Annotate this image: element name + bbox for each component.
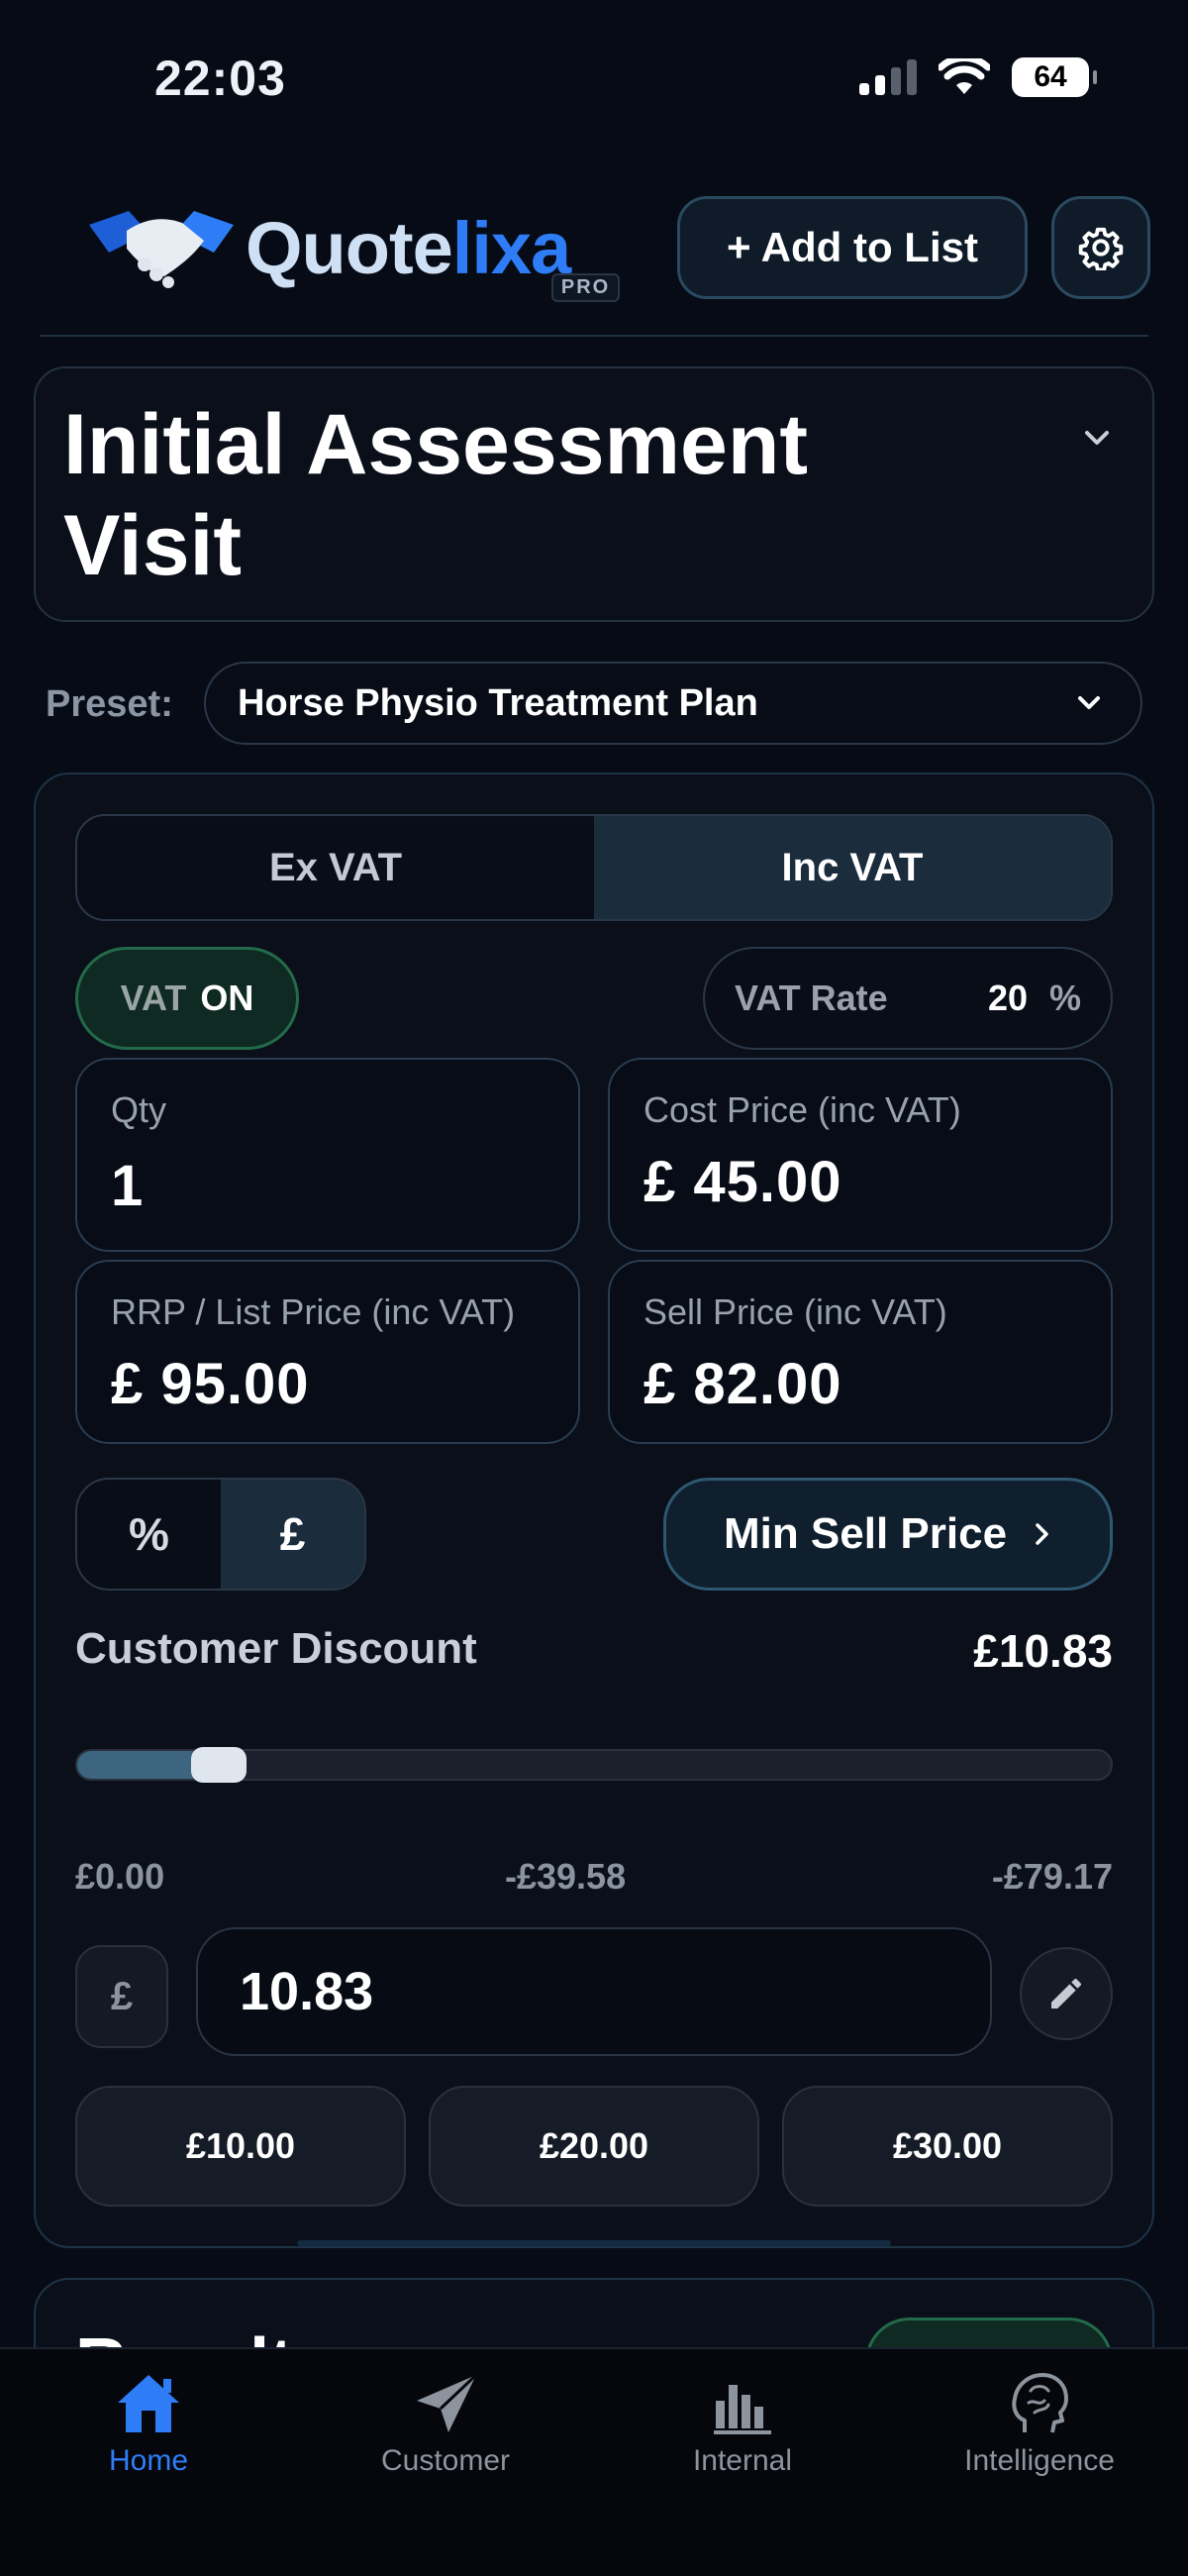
quick-discount-20[interactable]: £20.00	[429, 2086, 759, 2207]
quick-discount-10[interactable]: £10.00	[75, 2086, 406, 2207]
inc-vat-option[interactable]: Inc VAT	[594, 816, 1111, 919]
cellular-signal-icon	[859, 59, 917, 95]
status-icons: 64	[859, 57, 1097, 97]
chevron-down-icon	[1078, 696, 1100, 709]
preset-value: Horse Physio Treatment Plan	[238, 681, 758, 724]
ex-vat-option[interactable]: Ex VAT	[77, 816, 594, 919]
qty-label: Qty	[111, 1089, 167, 1130]
vat-mode-toggle: Ex VAT Inc VAT	[75, 814, 1113, 921]
app-logo: Quotelixa PRO	[87, 203, 621, 302]
vat-switch-state: ON	[200, 978, 254, 1018]
item-title: Initial Assessment Visit	[63, 397, 808, 593]
logo-wordmark: Quotelixa PRO	[246, 206, 621, 302]
rrp-label: RRP / List Price (inc VAT)	[111, 1291, 516, 1332]
chevron-right-icon	[1036, 1523, 1048, 1545]
vat-rate-label: VAT Rate	[735, 978, 888, 1018]
nav-internal[interactable]: Internal	[594, 2349, 891, 2576]
discount-slider-thumb[interactable]	[191, 1747, 248, 1783]
settings-button[interactable]	[1051, 196, 1150, 299]
vat-rate-value: 20	[987, 978, 1028, 1018]
chevron-down-icon[interactable]	[1079, 424, 1115, 452]
battery-icon: 64	[1012, 57, 1097, 97]
wifi-icon	[939, 58, 990, 94]
vat-switch[interactable]: VAT ON	[75, 947, 299, 1050]
qty-value: 1	[111, 1154, 145, 1218]
cost-price-label: Cost Price (inc VAT)	[644, 1089, 961, 1130]
nav-customer-label: Customer	[380, 2444, 511, 2477]
pound-option[interactable]: £	[221, 1480, 364, 1589]
nav-home-label: Home	[108, 2444, 189, 2477]
add-to-list-button[interactable]: + Add to List	[677, 196, 1028, 299]
nav-customer[interactable]: Customer	[297, 2349, 594, 2576]
handshake-icon	[89, 211, 234, 288]
slider-mid-label: -£39.58	[505, 1856, 627, 1897]
vat-rate-unit: %	[1048, 978, 1081, 1018]
cost-price-value: £ 45.00	[644, 1150, 842, 1214]
sell-price-label: Sell Price (inc VAT)	[644, 1291, 947, 1332]
preset-label: Preset:	[46, 683, 173, 725]
quick-discount-30[interactable]: £30.00	[782, 2086, 1113, 2207]
discount-mode-toggle: % £	[75, 1478, 366, 1591]
rrp-field[interactable]: RRP / List Price (inc VAT) £ 95.00	[75, 1260, 580, 1444]
nav-home[interactable]: Home	[0, 2349, 297, 2576]
pro-badge: PRO	[550, 272, 621, 302]
vat-switch-label: VAT	[120, 978, 187, 1018]
brain-icon	[1012, 2373, 1068, 2433]
edit-button[interactable]	[1020, 1947, 1113, 2040]
bottom-nav: Home Customer Internal Intelligence	[0, 2347, 1188, 2576]
bar-chart-icon	[714, 2385, 771, 2434]
pencil-icon	[1051, 1978, 1082, 2009]
card-glow-divider	[297, 2240, 891, 2246]
percent-option[interactable]: %	[77, 1480, 221, 1589]
header-divider	[40, 335, 1148, 337]
send-icon	[417, 2373, 478, 2432]
home-icon	[118, 2375, 179, 2432]
status-time: 22:03	[154, 51, 286, 106]
sell-price-field[interactable]: Sell Price (inc VAT) £ 82.00	[608, 1260, 1113, 1444]
discount-amount-input[interactable]: 10.83	[196, 1927, 992, 2056]
slider-min-label: £0.00	[75, 1856, 165, 1897]
currency-symbol: £	[75, 1945, 168, 2048]
cost-price-field[interactable]: Cost Price (inc VAT) £ 45.00	[608, 1058, 1113, 1252]
min-sell-price-button[interactable]: Min Sell Price	[663, 1478, 1113, 1591]
preset-select[interactable]: Horse Physio Treatment Plan	[204, 662, 1142, 745]
rrp-value: £ 95.00	[111, 1352, 310, 1416]
qty-field[interactable]: Qty 1	[75, 1058, 580, 1252]
customer-discount-value: £10.83	[973, 1625, 1113, 1677]
sell-price-value: £ 82.00	[644, 1352, 842, 1416]
slider-max-label: -£79.17	[991, 1856, 1113, 1897]
gear-icon	[1078, 227, 1124, 270]
nav-intelligence[interactable]: Intelligence	[891, 2349, 1188, 2576]
vat-rate-field[interactable]: VAT Rate 20 %	[703, 947, 1113, 1050]
nav-internal-label: Internal	[692, 2444, 793, 2477]
nav-intelligence-label: Intelligence	[964, 2444, 1115, 2477]
customer-discount-label: Customer Discount	[75, 1624, 477, 1673]
min-sell-price-label: Min Sell Price	[723, 1509, 1008, 1558]
